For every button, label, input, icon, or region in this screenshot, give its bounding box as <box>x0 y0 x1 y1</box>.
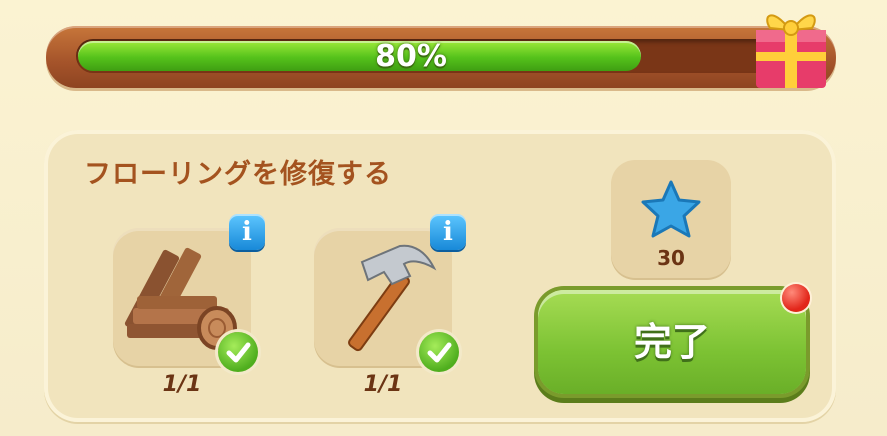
complete-button[interactable]: 完了 <box>538 290 806 394</box>
progress-label: 80% <box>375 39 447 74</box>
progress-bar: 80% <box>46 26 836 88</box>
task-title: フローリングを修復する <box>84 159 392 190</box>
reward-value: 30 <box>657 246 685 270</box>
item-count: 1/1 <box>162 372 202 397</box>
item-count: 1/1 <box>363 372 403 397</box>
info-icon[interactable]: i <box>229 214 265 250</box>
gift-icon[interactable] <box>748 0 832 92</box>
info-icon[interactable]: i <box>430 214 466 250</box>
check-icon <box>218 332 258 372</box>
notification-dot <box>782 284 810 312</box>
check-icon <box>419 332 459 372</box>
complete-button-label: 完了 <box>633 320 710 364</box>
